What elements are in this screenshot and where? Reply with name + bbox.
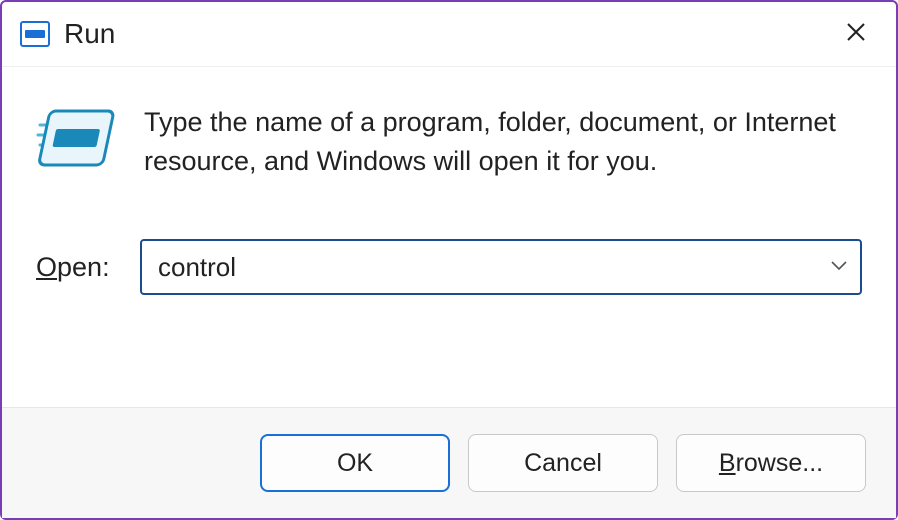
run-icon	[20, 21, 50, 47]
open-label: Open:	[36, 252, 116, 283]
run-logo-icon	[36, 107, 118, 176]
close-icon	[845, 21, 867, 48]
open-combobox[interactable]	[140, 239, 862, 295]
description-row: Type the name of a program, folder, docu…	[36, 103, 862, 181]
cancel-button-label: Cancel	[524, 449, 602, 478]
titlebar: Run	[2, 2, 896, 67]
content-area: Type the name of a program, folder, docu…	[2, 67, 896, 407]
run-dialog: Run Type the name of a	[0, 0, 898, 520]
ok-button[interactable]: OK	[260, 434, 450, 492]
open-input[interactable]	[140, 239, 862, 295]
close-button[interactable]	[834, 12, 878, 56]
ok-button-label: OK	[337, 449, 373, 478]
button-row: OK Cancel Browse...	[2, 407, 896, 518]
browse-button[interactable]: Browse...	[676, 434, 866, 492]
titlebar-left: Run	[20, 18, 115, 50]
window-title: Run	[64, 18, 115, 50]
browse-button-label: Browse...	[719, 449, 823, 478]
cancel-button[interactable]: Cancel	[468, 434, 658, 492]
description-text: Type the name of a program, folder, docu…	[144, 103, 862, 181]
open-row: Open:	[36, 239, 862, 295]
